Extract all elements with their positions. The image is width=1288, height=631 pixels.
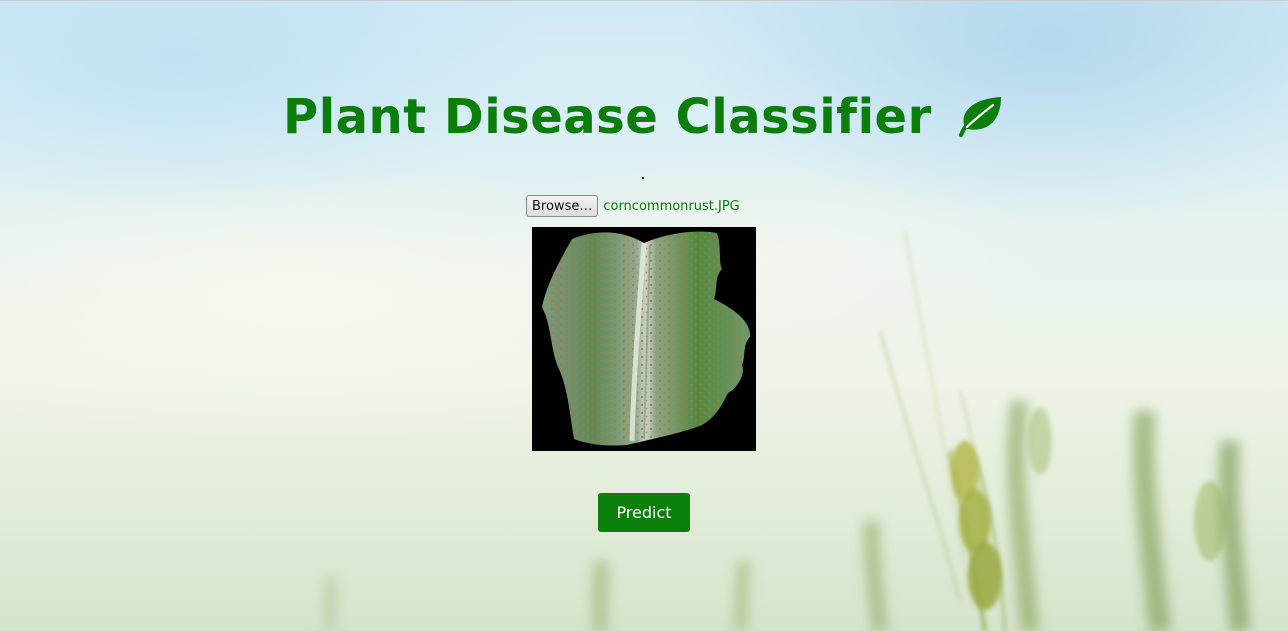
file-upload: Browse… corncommonrust.JPG (526, 195, 740, 217)
app-page: Plant Disease Classifier Browse… corncom… (0, 0, 1288, 631)
page-title: Plant Disease Classifier (0, 89, 1288, 149)
page-title-text: Plant Disease Classifier (283, 89, 932, 145)
predict-button[interactable]: Predict (598, 493, 690, 532)
status-dot (642, 177, 644, 179)
image-preview (532, 227, 756, 451)
browse-button[interactable]: Browse… (526, 195, 599, 217)
leaf-icon (955, 93, 1005, 149)
selected-file-name: corncommonrust.JPG (603, 198, 740, 214)
corn-leaf-image (532, 227, 756, 451)
